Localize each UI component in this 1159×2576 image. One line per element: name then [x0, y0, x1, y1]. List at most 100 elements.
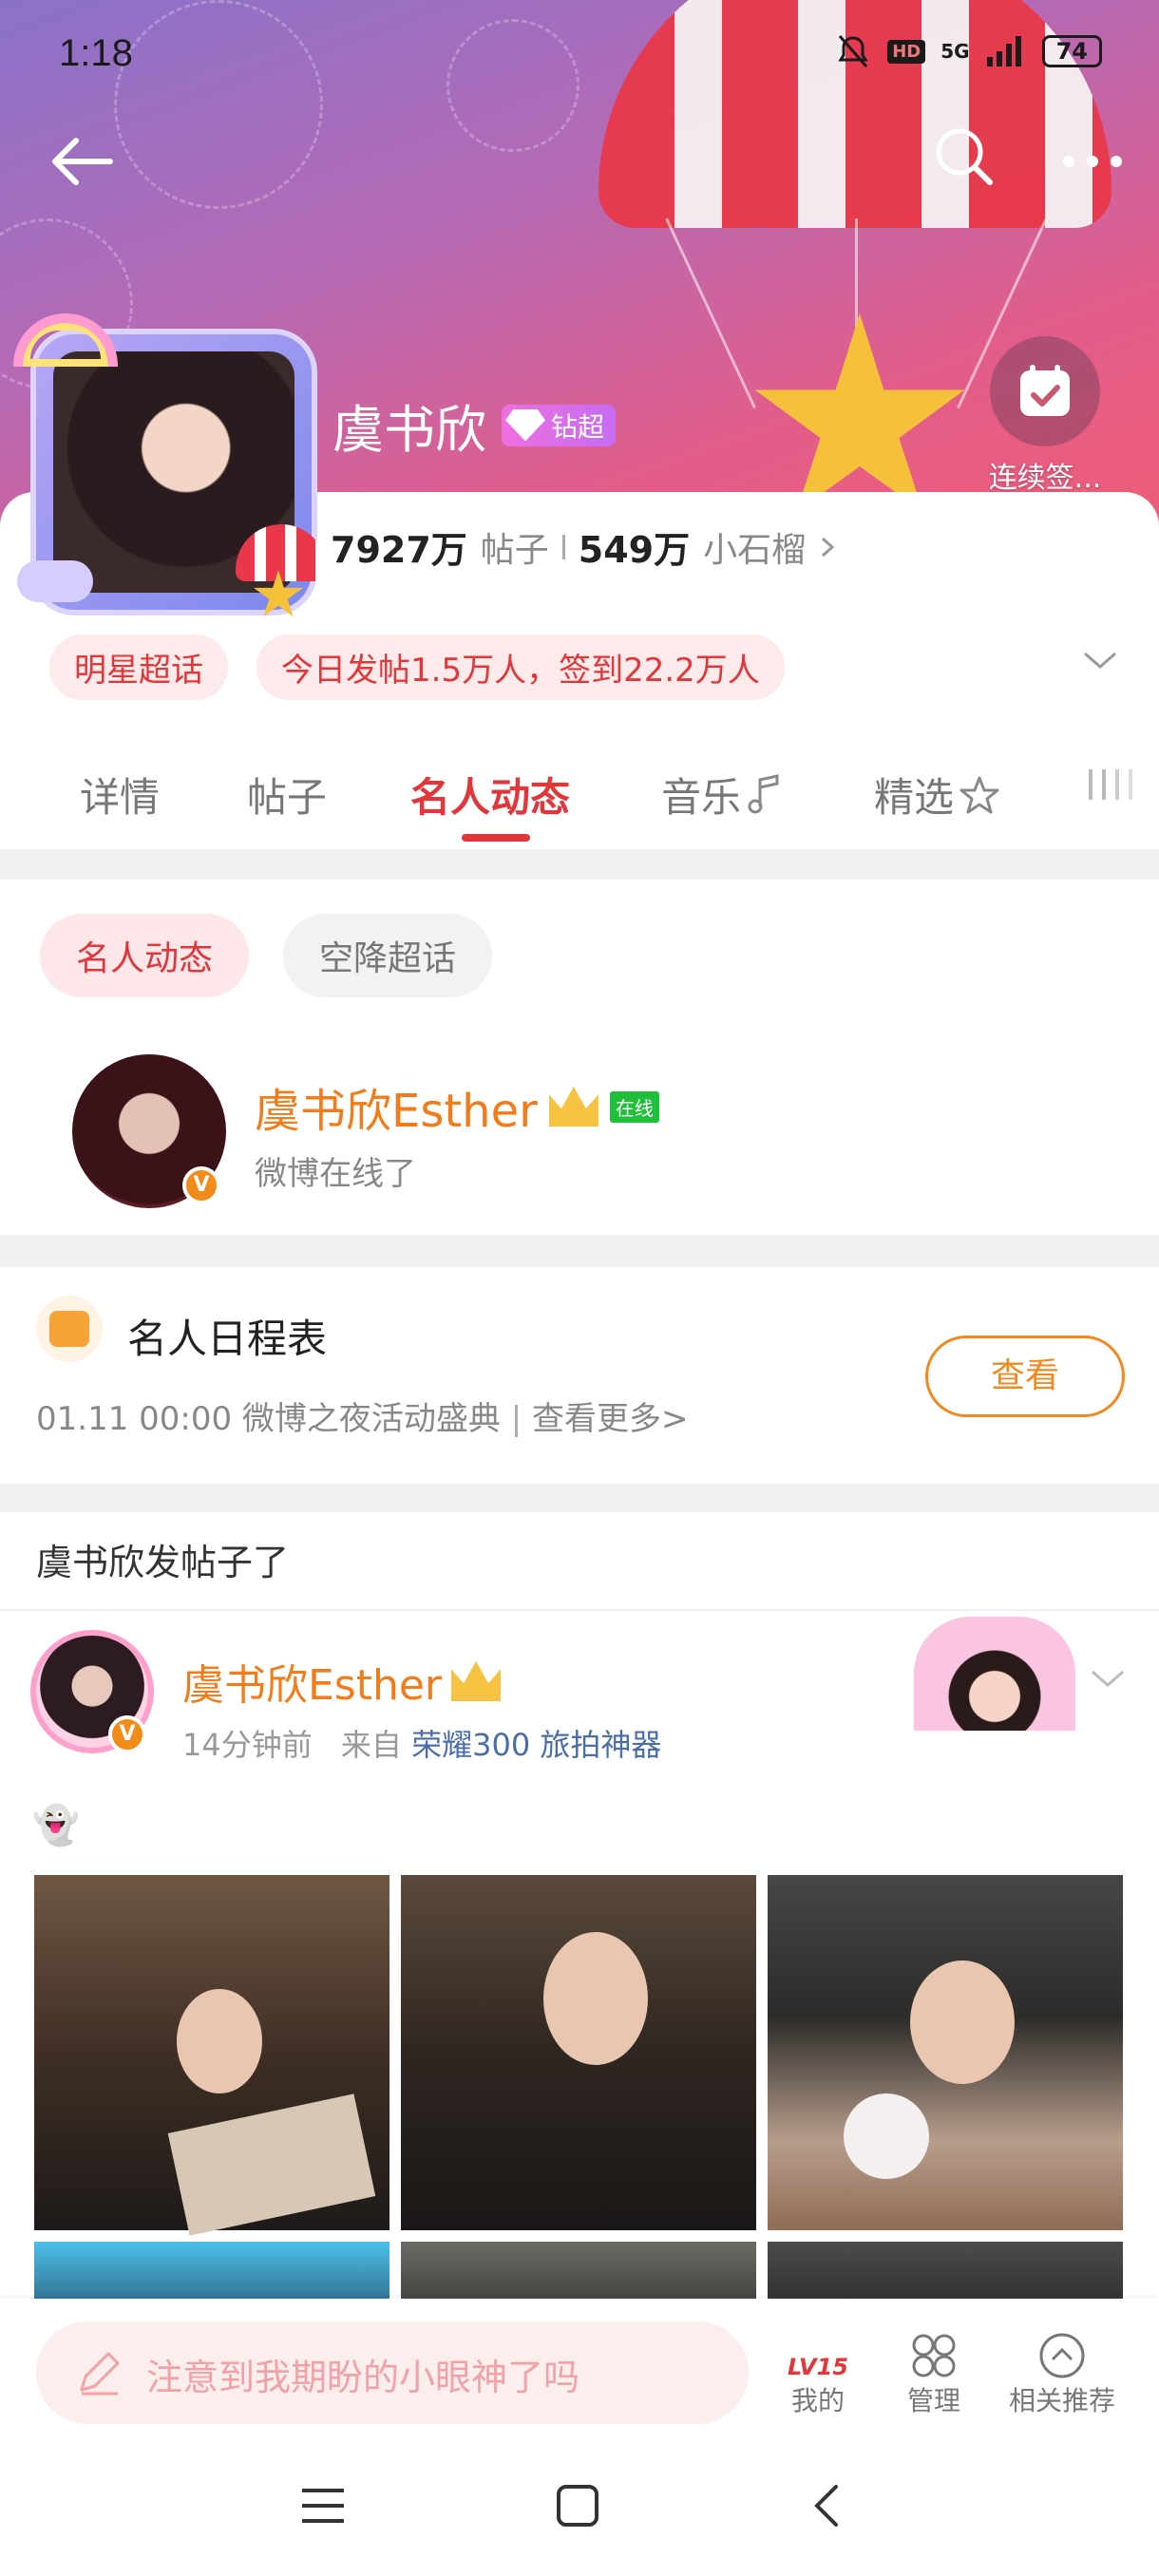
checkin-label: 连续签... [988, 462, 1102, 495]
menu-icon[interactable] [300, 2485, 346, 2527]
manage-label: 管理 [906, 2385, 960, 2416]
tab-featured[interactable]: 精选 [874, 766, 1001, 824]
status-icons: HD 5G 74 [834, 32, 1102, 70]
followers-label[interactable]: 小石榴 [703, 522, 806, 572]
parachute-string [665, 218, 756, 409]
diamond-badge-label: 钻超 [551, 410, 605, 443]
section-gap [0, 849, 1159, 880]
music-note-icon [748, 773, 779, 813]
checkin-button[interactable]: 连续签... [988, 336, 1102, 496]
supertopic-name-row: 虞书欣 钻超 [332, 388, 617, 463]
schedule-more-link[interactable]: 查看更多> [532, 1400, 689, 1438]
signal-icon [986, 36, 1021, 66]
level-badge: LV15 [788, 2354, 848, 2380]
battery-icon: 74 [1041, 35, 1102, 67]
photo-subject [910, 1960, 1015, 2084]
status-bar: 1:18 HD 5G 74 [0, 0, 1159, 114]
back-arrow-icon [52, 138, 113, 185]
search-icon [936, 128, 993, 185]
tab-music[interactable]: 音乐 [661, 766, 783, 824]
crown-icon [548, 1087, 598, 1127]
more-button[interactable] [1059, 142, 1126, 180]
post-author-name[interactable]: 虞书欣Esther [182, 1651, 442, 1712]
mute-bell-icon [838, 35, 868, 67]
chevron-down-icon [1092, 1670, 1124, 1687]
celebrity-name[interactable]: 虞书欣Esther [255, 1073, 538, 1140]
post-header: V 虞书欣Esther 14分钟前 来自 荣耀300 旅拍神器 [30, 1617, 1132, 1772]
tab-details[interactable]: 详情 [80, 766, 160, 824]
subtab-airdrop-supertopic[interactable]: 空降超话 [283, 914, 493, 997]
back-icon[interactable] [809, 2483, 844, 2529]
supertopic-name: 虞书欣 [332, 400, 486, 460]
hd-icon: HD [887, 39, 926, 64]
view-schedule-button[interactable]: 查看 [925, 1335, 1125, 1417]
menu-lines-icon [1089, 769, 1132, 800]
post-time: 14分钟前 [182, 1727, 313, 1763]
post-options-button[interactable] [1087, 1664, 1129, 1696]
compose-input[interactable]: 注意到我期盼的小眼神了吗 [36, 2321, 749, 2424]
celebrity-schedule: 名人日程表 01.11 00:00 微博之夜活动盛典 | 查看更多> 查看 [36, 1296, 1125, 1467]
post-card-decoration [914, 1617, 1075, 1731]
posts-count: 7927万 [331, 529, 467, 571]
verified-v-icon: V [182, 1166, 220, 1204]
divider [0, 1609, 1159, 1611]
schedule-info: 01.11 00:00 微博之夜活动盛典 | 查看更多> [36, 1400, 689, 1438]
crown-icon [451, 1661, 502, 1701]
chevron-right-icon [822, 537, 835, 557]
followers-count[interactable]: 549万 [579, 521, 690, 573]
schedule-icon [36, 1296, 103, 1362]
featured-star-icon [960, 776, 999, 813]
celebrity-subtitle: 微博在线了 [255, 1155, 416, 1193]
post-meta: 14分钟前 来自 荣耀300 旅拍神器 [182, 1721, 661, 1765]
schedule-event: 01.11 00:00 微博之夜活动盛典 [36, 1400, 501, 1438]
post-content: 👻 [32, 1804, 80, 1847]
tab-bar: 详情 帖子 名人动态 音乐 精选 [0, 722, 1159, 849]
section-gap [0, 1235, 1159, 1267]
recommend-button[interactable]: 相关推荐 [998, 2323, 1127, 2418]
section-gap [0, 1484, 1159, 1512]
celebrity-account-row[interactable]: V 虞书欣Esther 在线 微博在线了 [72, 1054, 1117, 1216]
post-device[interactable]: 荣耀300 旅拍神器 [411, 1727, 661, 1763]
pen-icon [80, 2352, 120, 2396]
diamond-badge[interactable]: 钻超 [502, 404, 617, 446]
subtab-celebrity-updates[interactable]: 名人动态 [40, 914, 250, 997]
search-button[interactable] [931, 123, 998, 190]
post-image-3[interactable] [768, 1875, 1123, 2230]
verified-v-icon: V [108, 1715, 146, 1753]
network-label: 5G [940, 40, 970, 63]
chip-star-supertopic[interactable]: 明星超话 [49, 635, 228, 700]
active-tab-indicator [462, 834, 530, 842]
celebrity-name-row: 虞书欣Esther 在线 [255, 1073, 659, 1140]
photo-subject [177, 1989, 262, 2093]
back-button[interactable] [48, 133, 114, 190]
bottom-action-bar: 注意到我期盼的小眼神了吗 LV15 我的 管理 相关推荐 [0, 2299, 1159, 2447]
book-shape [167, 2093, 376, 2236]
manage-button[interactable]: 管理 [893, 2323, 975, 2418]
my-label: 我的 [790, 2385, 845, 2416]
tab-posts[interactable]: 帖子 [247, 766, 327, 824]
feed-section-title: 虞书欣发帖子了 [36, 1542, 290, 1583]
post-image-2[interactable] [401, 1875, 756, 2230]
supertopic-stats: 7927万 帖子 549万 小石榴 [331, 521, 838, 573]
manage-grid-icon [912, 2334, 956, 2377]
compose-placeholder: 注意到我期盼的小眼神了吗 [146, 2357, 580, 2398]
post-source-prefix: 来自 [340, 1727, 402, 1763]
more-dots-icon [1063, 156, 1122, 167]
subtab-bar: 名人动态 空降超话 [40, 914, 493, 997]
post-image-1[interactable] [34, 1875, 390, 2236]
home-icon[interactable] [555, 2483, 600, 2529]
chevron-down-icon [1084, 652, 1116, 669]
cloud-decoration [17, 560, 93, 602]
recommend-icon [1039, 2333, 1085, 2378]
info-chips: 明星超话 今日发帖1.5万人，签到22.2万人 [49, 635, 785, 700]
chip-activity-stats[interactable]: 今日发帖1.5万人，签到22.2万人 [256, 635, 785, 700]
tab-overflow-menu[interactable] [1089, 766, 1146, 813]
my-button[interactable]: LV15 我的 [775, 2323, 861, 2418]
supertopic-avatar[interactable] [13, 313, 327, 617]
expand-button[interactable] [1079, 646, 1121, 678]
posts-label: 帖子 [480, 530, 549, 570]
schedule-title: 名人日程表 [127, 1316, 328, 1362]
tab-celebrity-updates[interactable]: 名人动态 [410, 766, 570, 824]
calendar-check-icon [1020, 365, 1070, 416]
tab-music-label: 音乐 [661, 774, 742, 821]
